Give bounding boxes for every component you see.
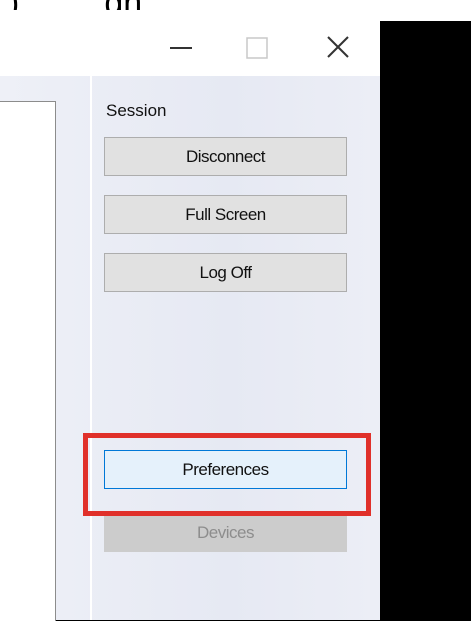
minimize-button[interactable] bbox=[162, 28, 202, 68]
maximize-icon bbox=[246, 37, 268, 59]
devices-button: Devices bbox=[104, 513, 347, 552]
disconnect-button[interactable]: Disconnect bbox=[104, 137, 347, 176]
panel-divider bbox=[90, 76, 92, 620]
minimize-icon bbox=[170, 47, 192, 49]
close-icon bbox=[327, 36, 349, 58]
remote-display-area[interactable] bbox=[0, 101, 56, 621]
maximize-button[interactable] bbox=[238, 28, 278, 68]
title-bar bbox=[0, 10, 380, 76]
full-screen-button[interactable]: Full Screen bbox=[104, 195, 347, 234]
session-heading: Session bbox=[106, 101, 167, 120]
log-off-button[interactable]: Log Off bbox=[104, 253, 347, 292]
close-button[interactable] bbox=[318, 28, 358, 68]
preferences-highlight bbox=[83, 433, 371, 516]
